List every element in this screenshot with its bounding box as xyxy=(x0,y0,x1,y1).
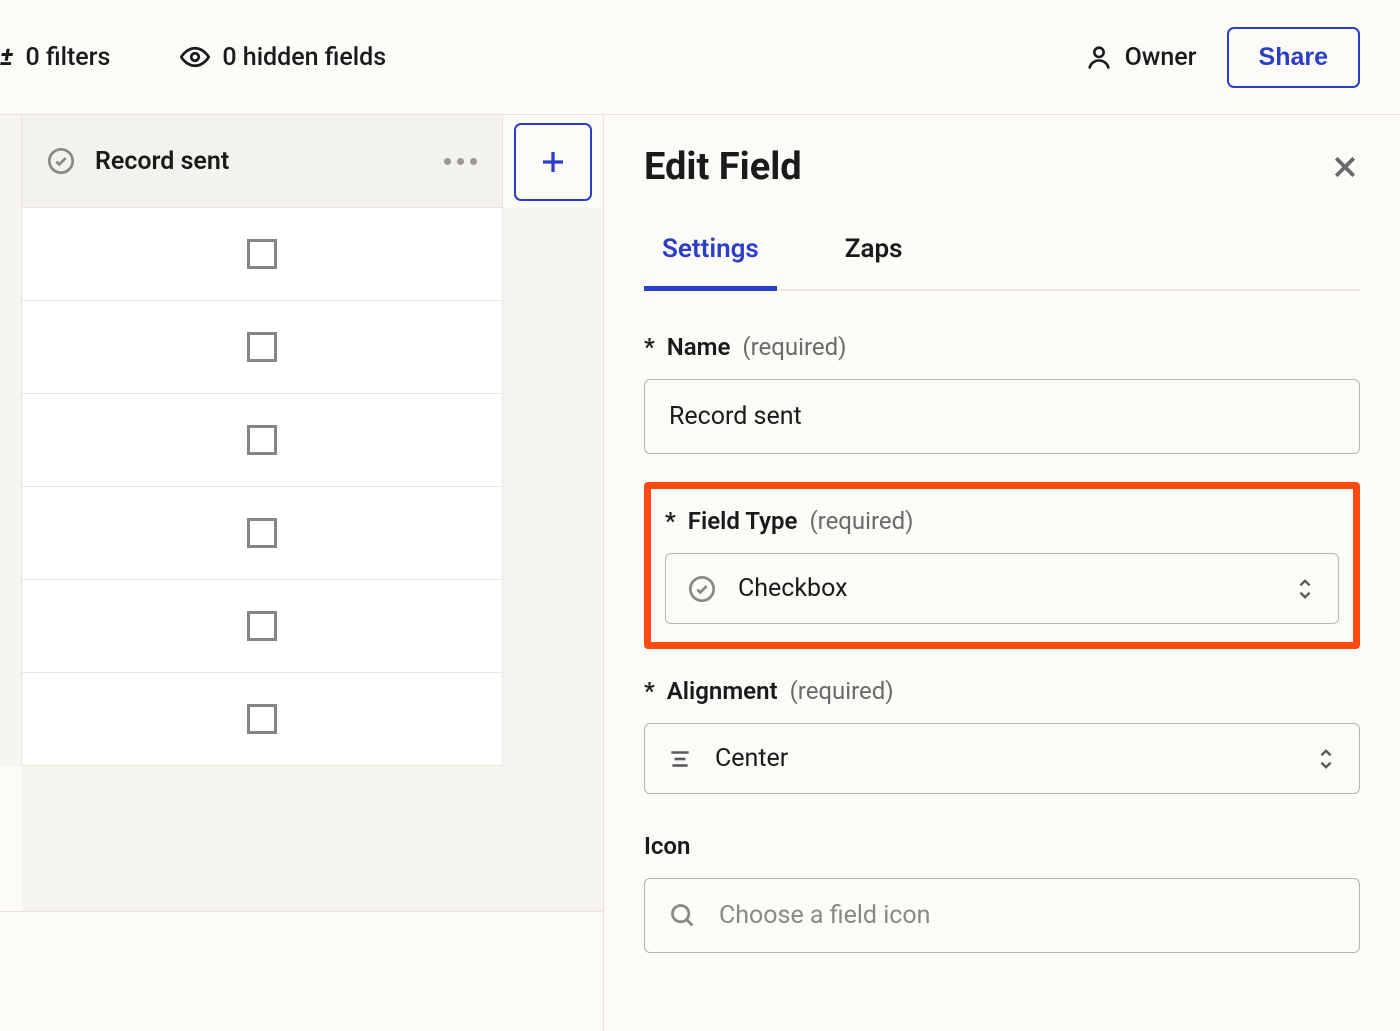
table-row xyxy=(0,301,603,394)
plus-icon xyxy=(538,147,568,177)
field-type-select[interactable]: Checkbox xyxy=(665,553,1339,624)
tab-zaps[interactable]: Zaps xyxy=(827,234,921,291)
checkbox-cell[interactable] xyxy=(22,673,503,766)
checkbox-cell[interactable] xyxy=(22,394,503,487)
panel-tabs: Settings Zaps xyxy=(644,234,1360,291)
alignment-field-block: * Alignment (required) Center xyxy=(644,677,1360,794)
field-type-value: Checkbox xyxy=(738,574,848,603)
alignment-value: Center xyxy=(715,744,788,773)
table-row xyxy=(0,208,603,301)
share-button[interactable]: Share xyxy=(1227,27,1360,88)
close-icon xyxy=(1330,152,1360,182)
checkbox-cell[interactable] xyxy=(22,487,503,580)
row-gutter xyxy=(0,208,22,301)
owner-button[interactable]: Owner xyxy=(1085,43,1197,72)
alignment-label: Alignment xyxy=(667,677,778,705)
icon-picker-placeholder: Choose a field icon xyxy=(719,901,930,930)
filter-icon: ± xyxy=(0,44,14,70)
row-gutter xyxy=(0,115,22,208)
filters-button[interactable]: ± 0 filters xyxy=(0,43,110,72)
chevron-updown-icon xyxy=(1294,576,1316,602)
dots-icon xyxy=(444,158,451,165)
checkbox[interactable] xyxy=(247,425,277,455)
below-table-area xyxy=(0,911,603,1031)
icon-picker-input[interactable]: Choose a field icon xyxy=(644,878,1360,953)
table-row xyxy=(0,673,603,766)
alignment-select[interactable]: Center xyxy=(644,723,1360,794)
required-star: * xyxy=(644,333,655,361)
row-gutter xyxy=(0,673,22,766)
top-toolbar: ± 0 filters 0 hidden fields Owner Share xyxy=(0,0,1400,115)
panel-title: Edit Field xyxy=(644,145,802,189)
check-circle-icon xyxy=(47,147,75,175)
checkbox[interactable] xyxy=(247,611,277,641)
align-center-icon xyxy=(667,746,693,772)
owner-label: Owner xyxy=(1125,43,1197,72)
table-column: Record sent xyxy=(0,115,604,1031)
chevron-updown-icon xyxy=(1315,746,1337,772)
column-header-title: Record sent xyxy=(95,147,229,176)
add-column-button[interactable] xyxy=(514,123,592,201)
checkbox-cell[interactable] xyxy=(22,301,503,394)
hidden-fields-label: 0 hidden fields xyxy=(222,43,386,72)
field-type-label: Field Type xyxy=(688,507,798,535)
column-more-button[interactable] xyxy=(444,158,477,165)
checkbox[interactable] xyxy=(247,704,277,734)
icon-field-block: Icon Choose a field icon xyxy=(644,832,1360,953)
checkbox[interactable] xyxy=(247,332,277,362)
icon-field-label: Icon xyxy=(644,832,690,860)
row-gutter xyxy=(0,580,22,673)
name-field-label: Name xyxy=(667,333,731,361)
hidden-fields-button[interactable]: 0 hidden fields xyxy=(180,42,386,72)
close-button[interactable] xyxy=(1330,152,1360,182)
name-field-block: * Name (required) xyxy=(644,333,1360,454)
filters-label: 0 filters xyxy=(26,43,111,72)
table-row xyxy=(0,580,603,673)
checkbox-cell[interactable] xyxy=(22,208,503,301)
row-gutter xyxy=(0,301,22,394)
checkbox[interactable] xyxy=(247,518,277,548)
tab-settings[interactable]: Settings xyxy=(644,234,777,291)
person-icon xyxy=(1085,43,1113,71)
row-gutter xyxy=(0,394,22,487)
edit-field-panel: Edit Field Settings Zaps * Name (require… xyxy=(604,115,1400,1031)
checkbox-cell[interactable] xyxy=(22,580,503,673)
checkbox[interactable] xyxy=(247,239,277,269)
check-circle-icon xyxy=(688,575,716,603)
table-row xyxy=(0,394,603,487)
table-row xyxy=(0,487,603,580)
column-header[interactable]: Record sent xyxy=(22,115,503,208)
table-empty-area xyxy=(22,766,503,911)
field-type-highlight: * Field Type (required) Checkbox xyxy=(644,482,1360,649)
search-icon xyxy=(669,902,697,930)
eye-icon xyxy=(180,42,210,72)
row-gutter xyxy=(0,487,22,580)
required-text: (required) xyxy=(742,333,846,361)
name-input[interactable] xyxy=(644,379,1360,454)
